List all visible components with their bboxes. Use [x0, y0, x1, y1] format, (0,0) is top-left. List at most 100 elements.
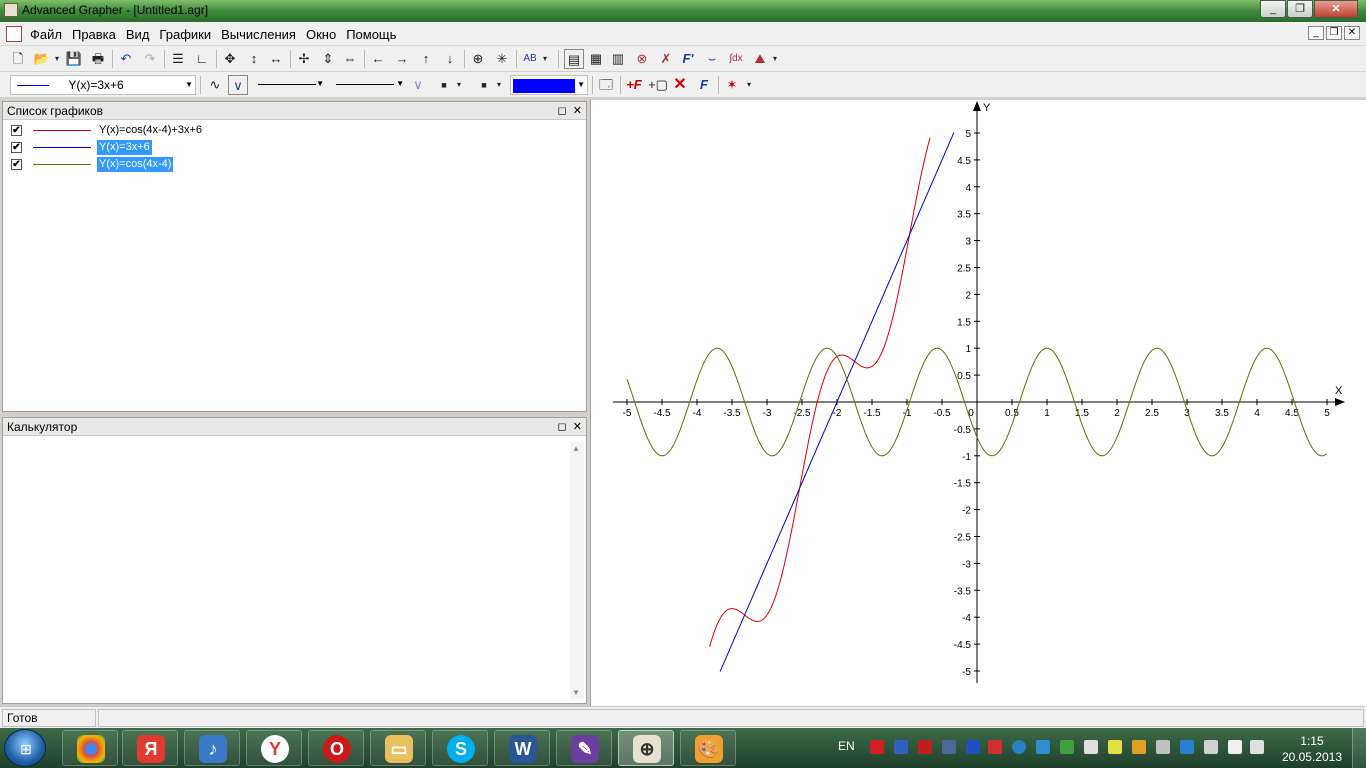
arrow-right-icon[interactable]: →: [392, 49, 412, 69]
taskbar-paint[interactable]: 🎨: [680, 730, 736, 766]
mdi-restore-button[interactable]: ❐: [1326, 26, 1342, 40]
add-graph-icon[interactable]: +F: [624, 75, 644, 95]
volume-icon[interactable]: [1250, 740, 1264, 754]
taskbar-audio[interactable]: ♪: [184, 730, 240, 766]
panel-restore-icon[interactable]: ◻: [558, 105, 567, 117]
stretch-vertical-icon[interactable]: ↕: [244, 49, 264, 69]
graph-select[interactable]: Y(x)=3x+6 ▼: [10, 75, 196, 95]
point-style-dropdown-icon[interactable]: ▾: [454, 75, 464, 95]
graph-list-item[interactable]: ✔ Y(x)=3x+6: [3, 139, 586, 156]
print-icon[interactable]: 🖶: [88, 49, 108, 69]
notes-tray-icon[interactable]: [1108, 740, 1122, 754]
line-style-select[interactable]: ▼: [252, 75, 326, 95]
center-icon[interactable]: ⊕: [468, 49, 488, 69]
scroll-up-icon[interactable]: ▲: [572, 444, 580, 453]
intersection-icon[interactable]: ✗: [656, 49, 676, 69]
graph-list-item[interactable]: ✔ Y(x)=cos(4x-4): [3, 156, 586, 173]
language-indicator[interactable]: EN: [838, 739, 855, 753]
update-tray-icon[interactable]: [1132, 740, 1146, 754]
fill-style-icon[interactable]: ■: [474, 75, 494, 95]
graph-area[interactable]: X Y -5 -4.5 -4 -3.5 -3 -2.5 -2 -1.5 -1 -0.5 0 0.5 1 1.5…: [590, 100, 1366, 706]
bluetooth-tray-icon[interactable]: [966, 740, 980, 754]
table-icon[interactable]: ▥: [608, 49, 628, 69]
shield-tray-icon[interactable]: [1060, 740, 1074, 754]
calc-dropdown-icon[interactable]: ▾: [770, 49, 780, 69]
tangent-icon[interactable]: ⌣: [702, 49, 722, 69]
zoom-in-icon[interactable]: ✢: [294, 49, 314, 69]
menu-item[interactable]: Графики: [159, 27, 211, 42]
text-dropdown-icon[interactable]: ▾: [540, 49, 550, 69]
graph-properties-icon[interactable]: 🗔: [596, 75, 616, 95]
mdi-close-button[interactable]: ✕: [1344, 26, 1360, 40]
tray-app-icon[interactable]: [918, 740, 932, 754]
open-file-icon[interactable]: 📂: [32, 49, 52, 69]
flag-tray-icon[interactable]: [1084, 740, 1098, 754]
area-fill-icon[interactable]: ∨: [408, 75, 428, 95]
arrow-left-icon[interactable]: ←: [368, 49, 388, 69]
graph-list-item[interactable]: ✔ Y(x)=cos(4x-4)+3x+6: [3, 122, 586, 139]
zoom-fit-icon[interactable]: ✳: [492, 49, 512, 69]
taskbar-yandex[interactable]: Я: [122, 730, 178, 766]
graph-visible-checkbox[interactable]: ✔: [11, 159, 22, 170]
document-icon[interactable]: [6, 26, 22, 42]
adobe-tray-icon[interactable]: [870, 740, 884, 754]
menu-item[interactable]: Правка: [72, 27, 116, 42]
point-style-icon[interactable]: ■: [434, 75, 454, 95]
derivative-icon[interactable]: F': [678, 49, 698, 69]
help-tray-icon[interactable]: [1180, 740, 1194, 754]
calculator-icon[interactable]: ▦: [586, 49, 606, 69]
add-window-icon[interactable]: +▢: [648, 75, 668, 95]
edit-graph-icon[interactable]: F: [694, 75, 714, 95]
monitor-tray-icon[interactable]: [942, 740, 956, 754]
graph-window-icon[interactable]: ▤: [564, 49, 584, 69]
menu-item[interactable]: Вид: [126, 27, 150, 42]
maximize-button[interactable]: ❐: [1287, 0, 1313, 18]
integral-icon[interactable]: ∫dx: [726, 49, 746, 69]
fill-style-dropdown-icon[interactable]: ▾: [494, 75, 504, 95]
taskbar-yandex-browser[interactable]: Y: [246, 730, 302, 766]
graph-type-inequality-icon[interactable]: ∨: [228, 75, 248, 95]
redo-icon[interactable]: ↷: [140, 49, 160, 69]
vk-tray-icon[interactable]: [894, 740, 908, 754]
delete-graph-icon[interactable]: ✕: [670, 75, 690, 95]
mdi-minimize-button[interactable]: _: [1308, 26, 1324, 40]
trace-dropdown-icon[interactable]: ▾: [744, 75, 754, 95]
taskbar-chrome[interactable]: [62, 730, 118, 766]
graph-list-icon[interactable]: ☰: [168, 49, 188, 69]
graph-visible-checkbox[interactable]: ✔: [11, 142, 22, 153]
signal-tray-icon[interactable]: [1228, 740, 1242, 754]
taskbar-advanced-grapher[interactable]: ⊕: [618, 730, 674, 766]
taskbar-opera[interactable]: O: [308, 730, 364, 766]
calculator-scrollbar[interactable]: ▲ ▼: [570, 442, 584, 699]
roots-icon[interactable]: ⊗: [632, 49, 652, 69]
new-file-icon[interactable]: 🗋: [8, 49, 28, 69]
taskbar-word[interactable]: W: [494, 730, 550, 766]
line-width-select[interactable]: ▼: [330, 75, 406, 95]
network-tray-icon[interactable]: [1012, 740, 1026, 754]
arrow-down-icon[interactable]: ↓: [440, 49, 460, 69]
save-icon[interactable]: 💾: [64, 49, 84, 69]
open-dropdown-icon[interactable]: ▾: [52, 49, 62, 69]
panel-restore-icon[interactable]: ◻: [558, 421, 567, 433]
panel-close-icon[interactable]: ✕: [573, 105, 582, 117]
trace-icon[interactable]: ✶: [722, 75, 742, 95]
menu-item[interactable]: Файл: [30, 27, 62, 42]
app-icon[interactable]: [4, 3, 18, 17]
close-button[interactable]: ✕: [1314, 0, 1358, 18]
graph-visible-checkbox[interactable]: ✔: [11, 125, 22, 136]
undo-icon[interactable]: ↶: [116, 49, 136, 69]
ati-tray-icon[interactable]: [988, 740, 1002, 754]
shrink-horizontal-icon[interactable]: ⇔: [340, 49, 360, 69]
show-desktop-button[interactable]: [1352, 728, 1366, 768]
devices-tray-icon[interactable]: [1156, 740, 1170, 754]
start-button[interactable]: ⊞: [4, 729, 46, 767]
move-icon[interactable]: ✥: [220, 49, 240, 69]
menu-item[interactable]: Помощь: [346, 27, 396, 42]
text-label-icon[interactable]: AB: [520, 49, 540, 69]
color-select[interactable]: ▼: [510, 75, 588, 95]
panel-close-icon[interactable]: ✕: [573, 421, 582, 433]
minimize-button[interactable]: _: [1260, 0, 1286, 18]
regression-icon[interactable]: ⛰: [750, 49, 770, 69]
taskbar-explorer[interactable]: ▭: [370, 730, 426, 766]
menu-item[interactable]: Вычисления: [221, 27, 296, 42]
